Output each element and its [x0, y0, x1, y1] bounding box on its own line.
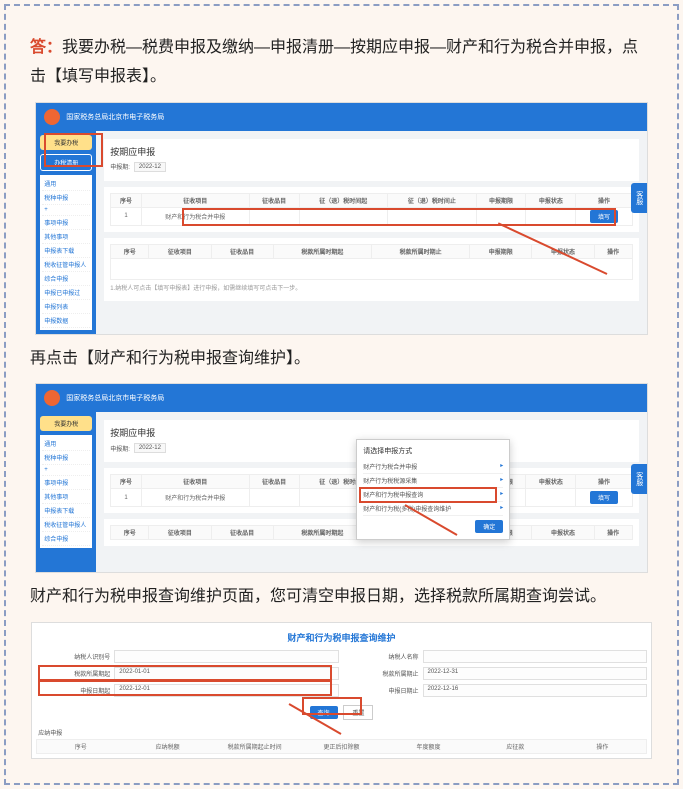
- form-input[interactable]: 2022-12-16: [423, 684, 647, 697]
- modal-confirm-button[interactable]: 确定: [475, 520, 503, 533]
- sidebar-item[interactable]: 综合申报: [42, 532, 90, 546]
- sidebar-item[interactable]: 其他事项: [42, 230, 90, 244]
- period-label: 申报期:: [110, 162, 130, 171]
- sidebar-item[interactable]: 税种申报: [42, 191, 90, 205]
- panel-title: 按期应申报: [110, 145, 633, 158]
- sidebar-item[interactable]: +: [42, 465, 90, 476]
- right-tab-2[interactable]: 客服: [631, 464, 647, 494]
- right-tab[interactable]: 客服: [631, 183, 647, 213]
- para1-text: 我要办税—税费申报及缴纳—申报清册—按期应申报—财产和行为税合并申报，点击【填写…: [30, 39, 638, 85]
- screenshot-2: 国家税务总局北京市电子税务局 我要办税 通用税种申报+事项申报其他事项申报表下载…: [35, 383, 648, 573]
- modal-option[interactable]: 财产行为税税源采集▸: [363, 474, 503, 488]
- sidebar-item[interactable]: 税收征管申报人: [42, 518, 90, 532]
- sidebar-item[interactable]: 申报列表: [42, 300, 90, 314]
- modal-option[interactable]: 财产行为税合并申报▸: [363, 460, 503, 474]
- sidebar-main-btn-2[interactable]: 我要办税: [40, 416, 92, 431]
- sidebar-item[interactable]: 通用: [42, 177, 90, 191]
- period-input-2[interactable]: 2022-12: [134, 443, 166, 453]
- s3-columns: 序号应纳税额税款所属期起止时间更正后扣除额年度额度应征款操作: [36, 739, 647, 754]
- header-title-2: 国家税务总局北京市电子税务局: [66, 393, 164, 403]
- highlight-box-5: [38, 679, 332, 696]
- sidebar-item[interactable]: 申报数据: [42, 314, 90, 328]
- highlight-box-3: [359, 487, 497, 503]
- app-header-2: 国家税务总局北京市电子税务局: [36, 384, 647, 412]
- sidebar-item[interactable]: 税种申报: [42, 451, 90, 465]
- logo-icon: [44, 109, 60, 125]
- sidebar-item[interactable]: 申报表下载: [42, 504, 90, 518]
- form-input[interactable]: 2022-12-31: [423, 667, 647, 680]
- period-label-2: 申报期:: [110, 444, 130, 453]
- s3-title: 财产和行为税申报查询维护: [36, 627, 647, 648]
- para-2: 再点击【财产和行为税申报查询维护】。: [30, 345, 653, 374]
- panel-title-2: 按期应申报: [110, 426, 633, 439]
- sidebar-item[interactable]: +: [42, 205, 90, 216]
- period-input[interactable]: 2022-12: [134, 162, 166, 172]
- modal-title: 请选择申报方式: [363, 446, 503, 456]
- highlight-box-6: [302, 697, 362, 715]
- sidebar-item[interactable]: 税收征管申报人: [42, 258, 90, 272]
- screenshot-1: 国家税务总局北京市电子税务局 我要办税 办税清册 通用税种申报+事项申报其他事项…: [35, 102, 648, 335]
- answer-para-1: 答：我要办税—税费申报及缴纳—申报清册—按期应申报—财产和行为税合并申报，点击【…: [30, 34, 653, 92]
- sidebar-item[interactable]: 申报表下载: [42, 244, 90, 258]
- sidebar-list-2: 通用税种申报+事项申报其他事项申报表下载税收征管申报人综合申报: [40, 435, 92, 548]
- sidebar-item[interactable]: 事项申报: [42, 476, 90, 490]
- screenshot-3: 财产和行为税申报查询维护 纳税人识别号纳税人名称税款所属期起2022-01-01…: [31, 622, 652, 759]
- answer-label: 答：: [30, 39, 62, 56]
- sidebar-item[interactable]: 其他事项: [42, 490, 90, 504]
- modal-option[interactable]: 财产和行为税(多税)申报查询维护▸: [363, 502, 503, 516]
- sidebar-item[interactable]: 申报已申报过: [42, 286, 90, 300]
- app-header: 国家税务总局北京市电子税务局: [36, 103, 647, 131]
- highlight-box-2: [182, 208, 616, 226]
- para-3: 财产和行为税申报查询维护页面，您可清空申报日期，选择税款所属期查询尝试。: [30, 583, 653, 612]
- note-text: 1.纳税人可点击【填写申报表】进行申报，如需继续填写可点击下一步。: [110, 283, 633, 292]
- form-input[interactable]: [423, 650, 647, 663]
- header-title: 国家税务总局北京市电子税务局: [66, 112, 164, 122]
- form-input[interactable]: [114, 650, 338, 663]
- sidebar-item[interactable]: 综合申报: [42, 272, 90, 286]
- sidebar-list: 通用税种申报+事项申报其他事项申报表下载税收征管申报人综合申报申报已申报过申报列…: [40, 175, 92, 330]
- sidebar-item[interactable]: 事项申报: [42, 216, 90, 230]
- sidebar-2: 我要办税 通用税种申报+事项申报其他事项申报表下载税收征管申报人综合申报: [36, 412, 96, 572]
- highlight-box-1: [44, 133, 103, 167]
- sidebar-item[interactable]: 通用: [42, 437, 90, 451]
- logo-icon: [44, 390, 60, 406]
